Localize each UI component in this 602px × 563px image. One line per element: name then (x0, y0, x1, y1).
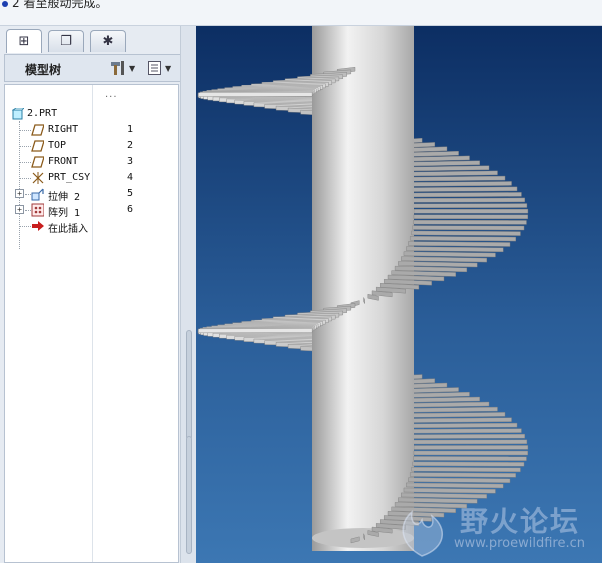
stair-step (406, 175, 506, 182)
stair-step (410, 472, 516, 478)
stair-step (408, 477, 511, 483)
stair-step (403, 487, 496, 494)
stair-step (413, 445, 529, 450)
stair-step (413, 214, 528, 220)
tab-folder-browser[interactable]: ❐ (48, 30, 84, 52)
insert-here-arrow-icon (31, 219, 44, 232)
tree-item-extrude[interactable]: + 拉伸 2 5 (5, 186, 178, 203)
tree-settings-button[interactable]: ▼ (109, 59, 135, 77)
tree-item-label: 阵列 1 (48, 208, 81, 219)
stair-step (401, 401, 490, 408)
stair-step (413, 450, 528, 456)
stair-step (408, 241, 511, 247)
navigator-panel: ⊞ ❐ ✱ 模型树 ▼ ▼ ... 2.PRT RIGHT 1 TOP 2 FR… (0, 26, 196, 563)
datum-plane-icon (31, 123, 44, 136)
stair-step (198, 328, 313, 334)
stair-step (413, 219, 527, 225)
watermark-title: 野火论坛 (460, 505, 581, 538)
stair-step (401, 256, 487, 263)
navigator-tabs: ⊞ ❐ ✱ (4, 28, 194, 54)
tree-item-pattern[interactable]: + 阵列 1 6 (5, 202, 178, 219)
stair-step (411, 428, 522, 434)
tree-item-number: 4 (127, 172, 134, 183)
datum-plane-icon (31, 139, 44, 152)
tree-item-number: 6 (127, 204, 134, 215)
list-show-icon (148, 61, 161, 75)
panel-splitter[interactable] (180, 26, 196, 563)
model-tree-title: 模型树 (25, 63, 62, 77)
tab-model-tree[interactable]: ⊞ (6, 29, 42, 53)
folder-browser-tab-icon: ❐ (60, 34, 72, 49)
stair-step (412, 197, 525, 203)
stair-step (412, 461, 525, 467)
stair-step (413, 439, 528, 445)
model-tree-header: 模型树 ▼ ▼ (4, 54, 182, 82)
tree-item-insert-here[interactable]: 在此插入 (5, 218, 178, 235)
stair-step (412, 433, 525, 439)
tree-item-top[interactable]: TOP 2 (5, 138, 178, 154)
stair-step (413, 456, 527, 461)
tree-item-label: 拉伸 2 (48, 192, 81, 203)
stair-step (406, 246, 504, 253)
stair-step (198, 92, 313, 97)
tree-item-csys[interactable]: PRT_CSY 4 (5, 170, 178, 186)
stair-step (404, 170, 498, 177)
watermark-url: www.proewildfire.cn (454, 536, 585, 551)
tools-settings-icon (111, 61, 124, 75)
tree-item-label: FRONT (48, 156, 79, 167)
stair-step (408, 417, 512, 423)
flame-logo-icon (402, 510, 444, 557)
tree-item-part[interactable]: 2.PRT (5, 106, 178, 122)
tree-item-label: PRT_CSY (48, 172, 91, 183)
tree-item-number: 3 (127, 156, 134, 167)
stair-step (406, 412, 506, 418)
tree-item-label: 在此插入 (48, 224, 88, 235)
stair-step (408, 181, 512, 187)
stair-step (411, 230, 521, 236)
tree-item-number: 2 (127, 140, 134, 151)
expand-toggle[interactable]: + (15, 205, 24, 214)
stair-step (406, 482, 504, 489)
stair-step (413, 203, 528, 208)
message-bullet-icon (2, 0, 8, 7)
expand-toggle[interactable]: + (15, 189, 24, 198)
tree-item-label: 2.PRT (27, 108, 58, 119)
coordinate-system-icon (31, 171, 44, 184)
datum-plane-icon (31, 155, 44, 168)
stair-step (401, 165, 490, 172)
stair-step (410, 186, 518, 192)
tree-item-number: 5 (127, 188, 134, 199)
message-text: 2 看至般动完成。 (12, 0, 108, 10)
message-area: 2 看至般动完成。 (0, 0, 602, 26)
stair-step (403, 251, 496, 258)
stair-step (404, 406, 498, 413)
tree-item-label: TOP (48, 140, 67, 151)
splitter-handle[interactable] (186, 436, 192, 554)
splitter-handle[interactable] (186, 330, 192, 440)
favorites-tab-icon: ✱ (102, 34, 114, 49)
tree-item-right[interactable]: RIGHT 1 (5, 122, 178, 138)
stair-step (412, 225, 525, 231)
column-header: ... (105, 89, 118, 100)
spiral-staircase-model (197, 26, 529, 551)
stair-step (410, 422, 518, 429)
stair-step (411, 192, 522, 198)
tree-show-button[interactable]: ▼ (147, 59, 171, 77)
tree-item-number: 1 (127, 124, 134, 135)
forum-watermark: 野火论坛 www.proewildfire.cn (392, 498, 602, 562)
tree-item-label: RIGHT (48, 124, 79, 135)
stair-step (413, 208, 529, 214)
message-line: 2 看至般动完成。 (2, 0, 107, 11)
model-tree: ... 2.PRT RIGHT 1 TOP 2 FRONT 3 PRT_CSY … (4, 84, 179, 563)
tab-favorites[interactable]: ✱ (90, 30, 126, 52)
stair-step (410, 236, 516, 242)
pattern-icon (31, 203, 44, 216)
graphics-window[interactable] (196, 26, 602, 563)
model-tree-tab-icon: ⊞ (18, 34, 30, 49)
tree-item-front[interactable]: FRONT 3 (5, 154, 178, 170)
part-icon (11, 107, 24, 120)
extrude-icon (31, 187, 44, 200)
stair-step (411, 466, 521, 473)
